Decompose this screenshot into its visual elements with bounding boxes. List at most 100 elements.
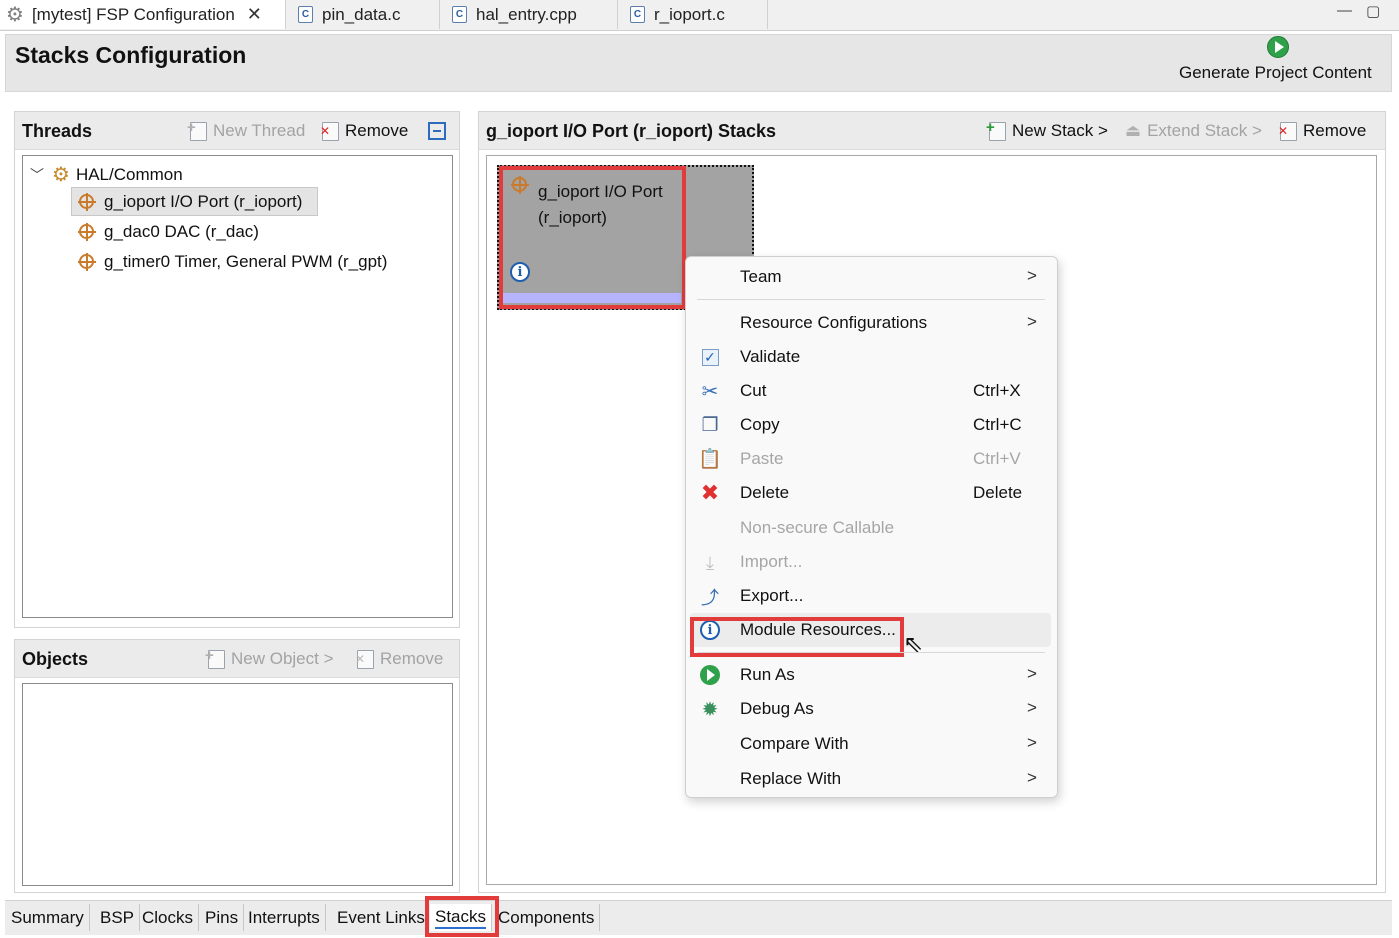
collapse-all-icon[interactable] — [428, 122, 446, 140]
module-icon — [78, 193, 96, 211]
tree-item-g-timer0[interactable]: g_timer0 Timer, General PWM (r_gpt) — [78, 252, 387, 272]
menu-item-run-as[interactable]: Run As — [740, 665, 795, 685]
minimize-icon[interactable]: — — [1337, 2, 1352, 19]
menu-item-debug-as[interactable]: Debug As — [740, 699, 814, 719]
objects-list — [22, 683, 453, 886]
tab-summary[interactable]: Summary — [6, 904, 90, 931]
c-file-icon: C — [452, 6, 467, 23]
delete-icon: ✖ — [700, 480, 720, 505]
chevron-right-icon: > — [1027, 698, 1037, 717]
tab-event-links[interactable]: Event Links — [332, 904, 431, 931]
shortcut-cut: Ctrl+X — [973, 381, 1021, 400]
tab-clocks[interactable]: Clocks — [137, 904, 200, 931]
extend-stack-icon: ⏏ — [1125, 121, 1142, 140]
tree-item-label: g_timer0 Timer, General PWM (r_gpt) — [104, 252, 388, 271]
menu-item-replace-with[interactable]: Replace With — [740, 769, 841, 789]
tab-components[interactable]: Components — [493, 904, 601, 931]
close-icon[interactable]: ✕ — [247, 4, 262, 25]
highlight-box-module — [499, 166, 686, 309]
tab-label: Event Links — [337, 907, 425, 927]
scissors-icon: ✂ — [701, 380, 719, 403]
tab-label: hal_entry.cpp — [476, 4, 577, 24]
paste-icon: 📋 — [698, 449, 722, 470]
chevron-right-icon: > — [1027, 266, 1037, 285]
menu-item-resource-configurations[interactable]: Resource Configurations — [740, 313, 927, 333]
remove-label: Remove — [380, 649, 444, 668]
menu-item-team[interactable]: Team — [740, 267, 782, 287]
debug-bug-icon: ✹ — [701, 698, 719, 721]
remove-icon — [1278, 121, 1297, 141]
new-stack-icon — [986, 119, 1006, 141]
chevron-right-icon: > — [1027, 733, 1037, 752]
new-thread-button[interactable]: New Thread — [187, 119, 306, 141]
generate-project-content-button[interactable]: Generate Project Content — [1179, 63, 1372, 83]
menu-separator — [697, 652, 1045, 653]
c-file-icon: C — [298, 6, 313, 23]
import-icon: ⤓ — [706, 552, 714, 573]
checkbox-icon: ✓ — [699, 346, 721, 368]
tree-node-label: HAL/Common — [75, 164, 183, 184]
objects-title: Objects — [22, 649, 89, 669]
chevron-right-icon: > — [1027, 768, 1037, 787]
tab-label: Pins — [205, 907, 239, 927]
new-thread-label: New Thread — [213, 121, 306, 140]
shortcut-delete: Delete — [973, 483, 1023, 502]
menu-item-cut[interactable]: Cut — [740, 381, 766, 401]
remove-object-button[interactable]: Remove — [355, 649, 444, 669]
module-icon — [78, 253, 96, 271]
tab-interrupts[interactable]: Interrupts — [243, 904, 326, 931]
tab-label: Summary — [11, 907, 84, 927]
menu-item-compare-with[interactable]: Compare With — [740, 734, 849, 754]
chevron-right-icon: > — [1027, 664, 1037, 683]
c-file-icon: C — [630, 6, 645, 23]
tab-bsp[interactable]: BSP — [95, 904, 141, 931]
new-object-icon — [205, 647, 225, 669]
menu-item-copy[interactable]: Copy — [740, 415, 780, 435]
page-title: Stacks Configuration — [15, 42, 247, 68]
tab-label: BSP — [100, 907, 135, 927]
menu-item-validate[interactable]: Validate — [740, 347, 800, 367]
shortcut-paste: Ctrl+V — [973, 449, 1021, 468]
copy-icon: ❐ — [701, 414, 719, 436]
new-object-button[interactable]: New Object > — [205, 647, 334, 669]
tree-node-hal-common[interactable]: ﹀ ⚙ HAL/Common — [30, 162, 183, 187]
run-icon[interactable] — [1267, 36, 1289, 58]
menu-item-export[interactable]: Export... — [740, 586, 803, 606]
tab-label: [mytest] FSP Configuration — [31, 4, 235, 24]
gear-icon: ⚙ — [6, 4, 24, 26]
menu-item-import[interactable]: Import... — [740, 552, 802, 572]
menu-item-paste[interactable]: Paste — [740, 449, 783, 469]
tab-label: Components — [498, 907, 595, 927]
extend-stack-button[interactable]: ⏏ Extend Stack > — [1125, 121, 1262, 141]
new-stack-button[interactable]: New Stack > — [986, 119, 1108, 141]
tab-hal-entry[interactable]: C hal_entry.cpp — [446, 0, 618, 29]
remove-thread-button[interactable]: Remove — [320, 121, 408, 141]
remove-icon — [355, 649, 374, 669]
new-object-label: New Object > — [231, 649, 334, 668]
remove-label: Remove — [1303, 121, 1367, 140]
tab-fsp-configuration[interactable]: ⚙ [mytest] FSP Configuration ✕ — [0, 0, 286, 29]
extend-stack-label: Extend Stack > — [1147, 121, 1262, 140]
highlight-box-module-resources — [690, 617, 904, 657]
folder-gear-icon: ⚙ — [52, 164, 70, 186]
tab-r-ioport[interactable]: C r_ioport.c — [624, 0, 768, 29]
chevron-down-icon[interactable]: ﹀ — [30, 165, 44, 185]
tree-item-g-ioport[interactable]: g_ioport I/O Port (r_ioport) — [78, 192, 302, 212]
menu-item-non-secure-callable[interactable]: Non-secure Callable — [740, 518, 894, 538]
tab-label: pin_data.c — [322, 4, 401, 24]
tab-label: Clocks — [142, 907, 194, 927]
new-thread-icon — [187, 119, 207, 141]
menu-separator — [697, 299, 1045, 300]
new-stack-label: New Stack > — [1012, 121, 1108, 140]
tab-pins[interactable]: Pins — [200, 904, 245, 931]
tree-item-g-dac0[interactable]: g_dac0 DAC (r_dac) — [78, 222, 259, 242]
remove-stack-button[interactable]: Remove — [1278, 121, 1367, 141]
menu-item-delete[interactable]: Delete — [740, 483, 789, 503]
run-icon — [699, 664, 721, 686]
restore-icon[interactable]: ▢ — [1366, 2, 1380, 20]
tree-item-label: g_ioport I/O Port (r_ioport) — [104, 192, 303, 211]
shortcut-copy: Ctrl+C — [973, 415, 1022, 434]
remove-icon — [320, 121, 339, 141]
highlight-box-stacks-tab — [425, 896, 499, 937]
tab-pin-data[interactable]: C pin_data.c — [292, 0, 440, 29]
